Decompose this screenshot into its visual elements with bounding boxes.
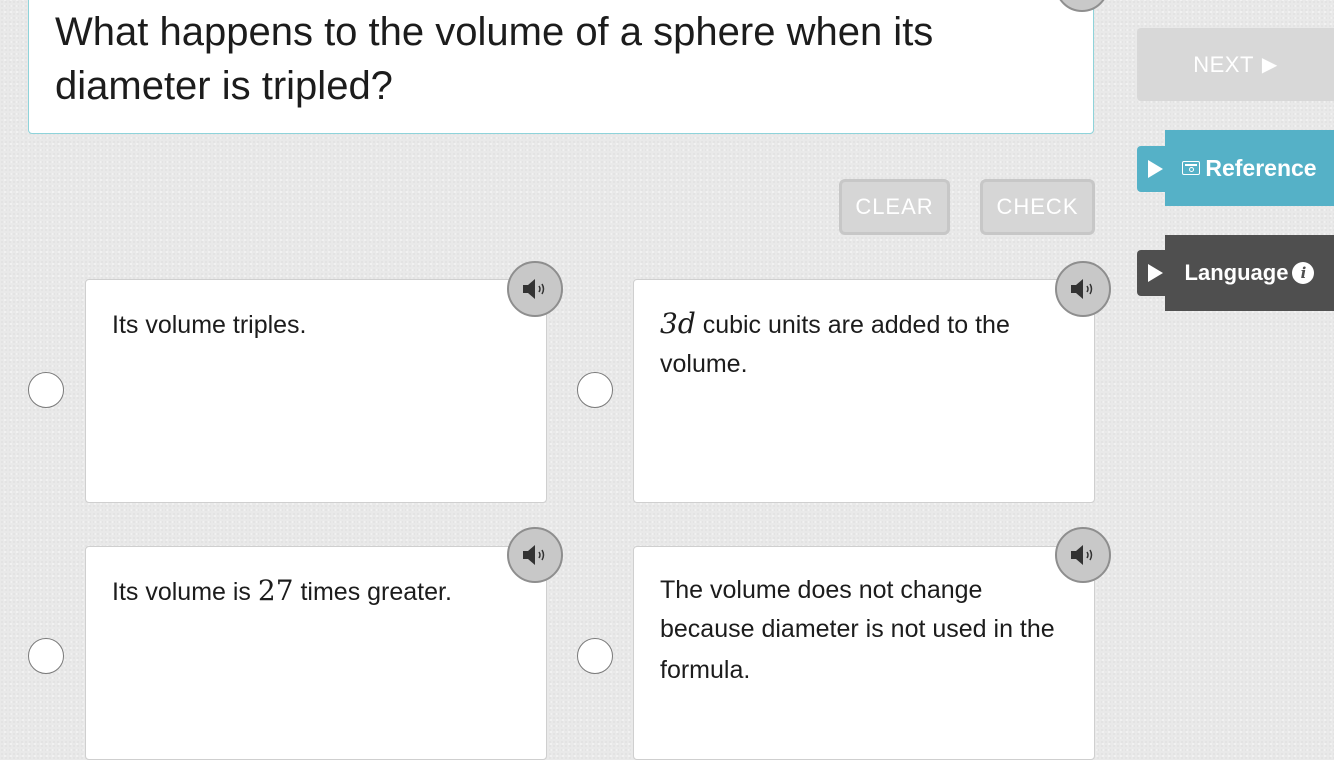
reference-button[interactable]: Reference	[1165, 130, 1334, 206]
option-c-text: Its volume is 27 times greater.	[112, 574, 452, 607]
option-d-text: The volume does not change because diame…	[660, 576, 1055, 684]
option-d-audio-button[interactable]	[1055, 527, 1111, 583]
speaker-icon	[523, 545, 545, 565]
speaker-icon	[1071, 279, 1093, 299]
option-b-card[interactable]: 3d cubic units are added to the volume.	[633, 279, 1095, 503]
option-b-audio-button[interactable]	[1055, 261, 1111, 317]
next-label: NEXT	[1193, 51, 1254, 77]
language-label: Language	[1184, 260, 1289, 285]
speaker-icon	[1071, 545, 1093, 565]
reference-label: Reference	[1205, 154, 1317, 181]
clear-button[interactable]: CLEAR	[839, 179, 950, 235]
option-d-radio[interactable]	[577, 638, 613, 674]
next-button[interactable]: NEXT ▶	[1137, 28, 1334, 101]
language-button[interactable]: Language i	[1165, 235, 1334, 311]
question-text: What happens to the volume of a sphere w…	[55, 10, 934, 108]
option-c-audio-button[interactable]	[507, 527, 563, 583]
check-button[interactable]: CHECK	[980, 179, 1095, 235]
option-a-text: Its volume triples.	[112, 311, 307, 339]
question-card: What happens to the volume of a sphere w…	[28, 0, 1094, 134]
clear-label: CLEAR	[855, 194, 934, 219]
option-a-radio[interactable]	[28, 372, 64, 408]
option-b-text: 3d cubic units are added to the volume.	[660, 307, 1010, 378]
option-a-card[interactable]: Its volume triples.	[85, 279, 547, 503]
reference-icon	[1182, 161, 1201, 175]
option-d-card[interactable]: The volume does not change because diame…	[633, 546, 1095, 760]
next-arrow-icon: ▶	[1261, 54, 1278, 76]
speaker-icon	[523, 279, 545, 299]
option-c-card[interactable]: Its volume is 27 times greater.	[85, 546, 547, 760]
check-label: CHECK	[996, 194, 1079, 219]
option-c-radio[interactable]	[28, 638, 64, 674]
play-icon	[1147, 264, 1163, 282]
info-icon: i	[1292, 262, 1315, 284]
play-icon	[1147, 160, 1163, 178]
option-a-audio-button[interactable]	[507, 261, 563, 317]
option-b-radio[interactable]	[577, 372, 613, 408]
